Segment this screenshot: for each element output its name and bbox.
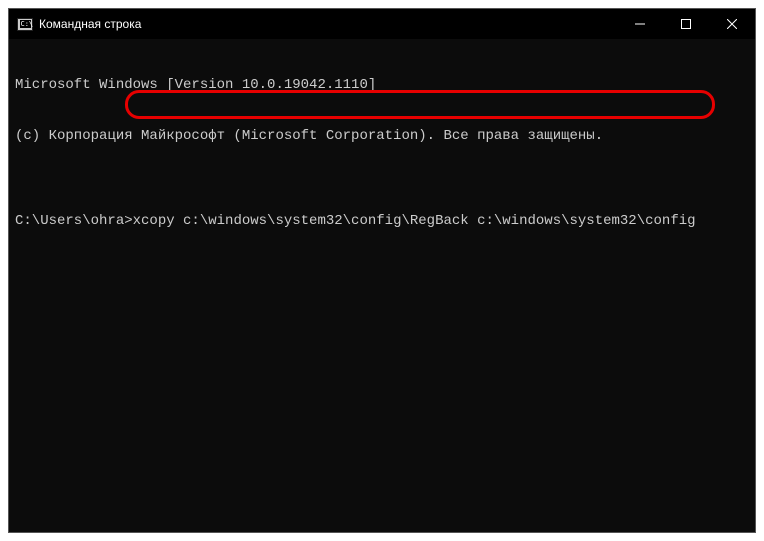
- maximize-button[interactable]: [663, 9, 709, 39]
- cmd-icon: C:\: [17, 18, 33, 31]
- command-text: xcopy c:\windows\system32\config\RegBack…: [133, 213, 696, 229]
- prompt-line: C:\Users\ohra>xcopy c:\windows\system32\…: [15, 213, 749, 230]
- version-line: Microsoft Windows [Version 10.0.19042.11…: [15, 77, 749, 94]
- titlebar[interactable]: C:\ Командная строка: [9, 9, 755, 39]
- window-controls: [617, 9, 755, 39]
- maximize-icon: [681, 19, 691, 29]
- command-prompt-window: C:\ Командная строка Microsoft Windows […: [8, 8, 756, 533]
- terminal-area[interactable]: Microsoft Windows [Version 10.0.19042.11…: [9, 39, 755, 532]
- copyright-line: (c) Корпорация Майкрософт (Microsoft Cor…: [15, 128, 749, 145]
- command-highlight-annotation: [125, 90, 715, 119]
- close-button[interactable]: [709, 9, 755, 39]
- close-icon: [727, 19, 737, 29]
- minimize-icon: [635, 19, 645, 29]
- window-title: Командная строка: [39, 17, 617, 31]
- cmd-icon-glyph: C:\: [20, 20, 31, 28]
- minimize-button[interactable]: [617, 9, 663, 39]
- prompt-text: C:\Users\ohra>: [15, 213, 133, 229]
